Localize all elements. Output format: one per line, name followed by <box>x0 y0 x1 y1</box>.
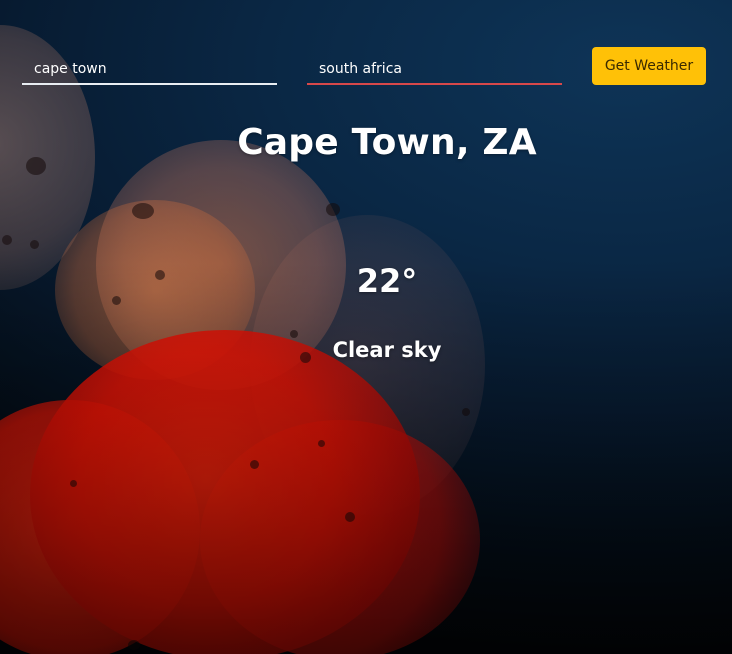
background-fade <box>0 0 732 654</box>
search-form: Get Weather <box>22 47 706 85</box>
location-title: Cape Town, ZA <box>237 122 537 163</box>
bokeh-background <box>0 0 732 654</box>
weather-description: Clear sky <box>332 338 442 362</box>
city-input[interactable] <box>22 47 277 85</box>
temperature: 22° <box>0 262 732 300</box>
get-weather-button[interactable]: Get Weather <box>592 47 706 85</box>
country-input[interactable] <box>307 47 562 85</box>
temperature-value: 22 <box>356 262 402 300</box>
degree-symbol: ° <box>401 262 418 300</box>
